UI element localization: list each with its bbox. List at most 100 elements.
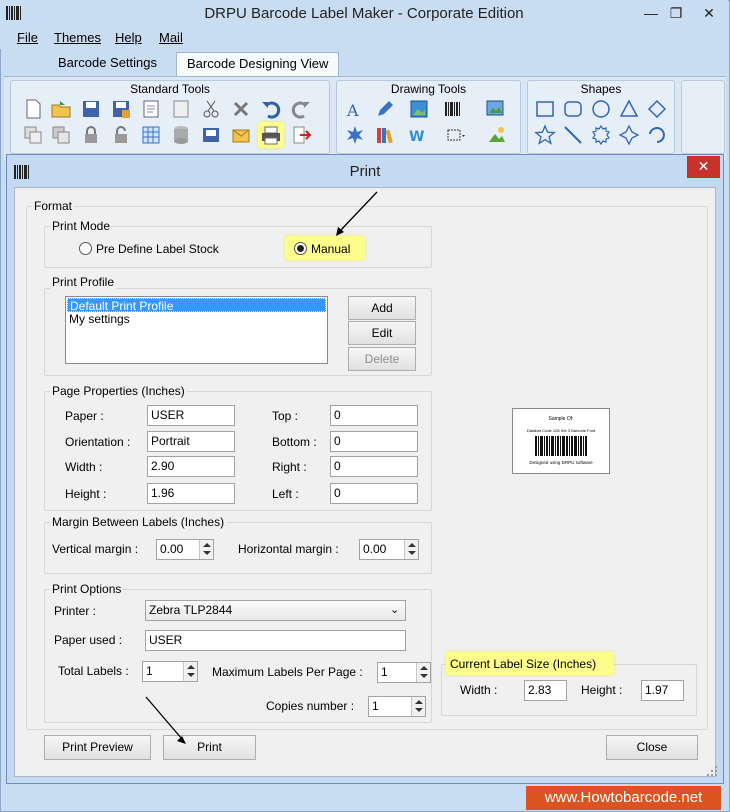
group-standard-tools-label: Standard Tools xyxy=(130,82,210,96)
edit-profile-button[interactable]: Edit xyxy=(348,321,416,345)
star-icon[interactable] xyxy=(534,124,556,146)
radio-manual-label: Manual xyxy=(311,242,351,256)
group-drawing-tools-label: Drawing Tools xyxy=(390,82,467,96)
ellipse-icon[interactable] xyxy=(590,98,612,120)
menu-file[interactable]: File xyxy=(17,30,38,45)
left-field[interactable]: 0 xyxy=(330,483,418,504)
max-labels-per-page-spinner[interactable] xyxy=(416,663,430,682)
watermark-badge: www.Howtobarcode.net xyxy=(526,786,721,810)
triangle-icon[interactable] xyxy=(618,98,640,120)
pencil-icon[interactable] xyxy=(374,98,396,120)
menu-help-label: Help xyxy=(115,30,142,45)
orientation-field[interactable]: Portrait xyxy=(147,431,235,452)
menu-mail[interactable]: Mail xyxy=(159,30,183,45)
diamond-icon[interactable] xyxy=(646,98,668,120)
rectangle-icon[interactable] xyxy=(534,98,556,120)
seal-icon[interactable] xyxy=(590,124,612,146)
copy-icon[interactable] xyxy=(22,124,44,146)
image-gallery-icon[interactable] xyxy=(484,98,506,120)
height-field[interactable]: 1.96 xyxy=(147,483,235,504)
menu-themes-label: Themes xyxy=(54,30,101,45)
line-icon[interactable] xyxy=(562,124,584,146)
email-icon[interactable] xyxy=(230,124,252,146)
horizontal-margin-spinner[interactable] xyxy=(404,540,418,559)
copies-number-value: 1 xyxy=(372,699,379,713)
paper-used-field[interactable]: USER xyxy=(145,630,406,651)
label-preview: Sample Of: Databar Code 128 Set 3 Barcod… xyxy=(512,408,610,474)
lock-icon[interactable] xyxy=(80,124,102,146)
tab-barcode-settings[interactable]: Barcode Settings xyxy=(48,52,167,76)
picture-icon[interactable] xyxy=(408,98,430,120)
grid-icon[interactable] xyxy=(140,124,162,146)
save-icon[interactable] xyxy=(80,98,102,120)
redo-icon[interactable] xyxy=(290,98,312,120)
menu-help[interactable]: Help xyxy=(115,30,142,45)
minimize-button[interactable]: — xyxy=(637,3,665,23)
four-point-star-icon[interactable] xyxy=(618,124,640,146)
vertical-margin-spinner[interactable] xyxy=(199,540,213,559)
max-labels-per-page-value: 1 xyxy=(381,665,388,679)
unlock-icon[interactable] xyxy=(110,124,132,146)
undo-icon[interactable] xyxy=(260,98,282,120)
vertical-margin-value: 0.00 xyxy=(160,542,184,556)
max-labels-per-page-field[interactable]: 1 xyxy=(377,662,431,683)
exit-icon[interactable] xyxy=(290,124,312,146)
menu-themes[interactable]: Themes xyxy=(54,30,101,45)
total-labels-field[interactable]: 1 xyxy=(142,661,198,682)
star-burst-icon[interactable] xyxy=(344,124,366,146)
top-label: Top : xyxy=(272,409,299,423)
paper-field[interactable]: USER xyxy=(147,405,235,426)
delete-icon[interactable] xyxy=(230,98,252,120)
printer-value: Zebra TLP2844 xyxy=(149,603,233,617)
print-button[interactable]: Print xyxy=(163,735,256,760)
resize-grip-icon[interactable] xyxy=(706,765,718,777)
document-icon[interactable] xyxy=(170,98,192,120)
vertical-margin-field[interactable]: 0.00 xyxy=(156,539,214,560)
width-field[interactable]: 2.90 xyxy=(147,456,235,477)
print-preview-button[interactable]: Print Preview xyxy=(44,735,151,760)
dialog-close-button[interactable]: ✕ xyxy=(687,156,720,178)
total-labels-spinner[interactable] xyxy=(183,662,197,681)
delete-profile-button[interactable]: Delete xyxy=(348,347,416,371)
books-icon[interactable] xyxy=(374,124,396,146)
copies-number-spinner[interactable] xyxy=(411,697,425,716)
copies-number-field[interactable]: 1 xyxy=(368,696,426,717)
database-icon[interactable] xyxy=(170,124,192,146)
tab-barcode-designing-view[interactable]: Barcode Designing View xyxy=(176,52,340,76)
cut-icon[interactable] xyxy=(200,98,222,120)
horizontal-margin-label: Horizontal margin : xyxy=(238,542,339,556)
paste-icon[interactable] xyxy=(50,124,72,146)
bottom-field[interactable]: 0 xyxy=(330,431,418,452)
select-frame-icon[interactable] xyxy=(444,124,466,146)
arc-icon[interactable] xyxy=(646,124,668,146)
export-image-icon[interactable] xyxy=(200,124,222,146)
svg-text:A: A xyxy=(346,101,359,120)
print-dialog-title: Print xyxy=(349,163,381,180)
top-field[interactable]: 0 xyxy=(330,405,418,426)
barcode-icon[interactable] xyxy=(442,98,464,120)
printer-select[interactable]: Zebra TLP2844 ⌄ xyxy=(145,600,406,621)
bottom-label: Bottom : xyxy=(272,435,317,449)
print-profile-list[interactable]: Default Print Profile My settings xyxy=(65,296,328,364)
restore-button[interactable]: ❐ xyxy=(662,3,690,23)
rounded-rectangle-icon[interactable] xyxy=(562,98,584,120)
open-folder-icon[interactable] xyxy=(50,98,72,120)
profile-item-my-settings[interactable]: My settings xyxy=(67,312,326,326)
save-as-icon[interactable] xyxy=(110,98,132,120)
right-field[interactable]: 0 xyxy=(330,456,418,477)
profile-item-default[interactable]: Default Print Profile xyxy=(67,298,326,313)
text-icon[interactable]: A xyxy=(344,98,366,120)
radio-predefine-label-stock[interactable] xyxy=(79,242,92,255)
add-profile-button[interactable]: Add xyxy=(348,296,416,320)
close-button[interactable]: Close xyxy=(606,735,698,760)
horizontal-margin-field[interactable]: 0.00 xyxy=(359,539,419,560)
insert-shape-icon[interactable] xyxy=(486,124,508,146)
new-icon[interactable] xyxy=(22,98,44,120)
radio-predefine-label: Pre Define Label Stock xyxy=(96,242,219,256)
radio-manual[interactable] xyxy=(294,242,307,255)
word-art-icon[interactable]: W xyxy=(408,124,430,146)
print-icon[interactable] xyxy=(258,122,284,148)
print-profile-title: Print Profile xyxy=(50,275,117,289)
page-setup-icon[interactable] xyxy=(140,98,162,120)
close-window-button[interactable]: ✕ xyxy=(695,3,723,23)
